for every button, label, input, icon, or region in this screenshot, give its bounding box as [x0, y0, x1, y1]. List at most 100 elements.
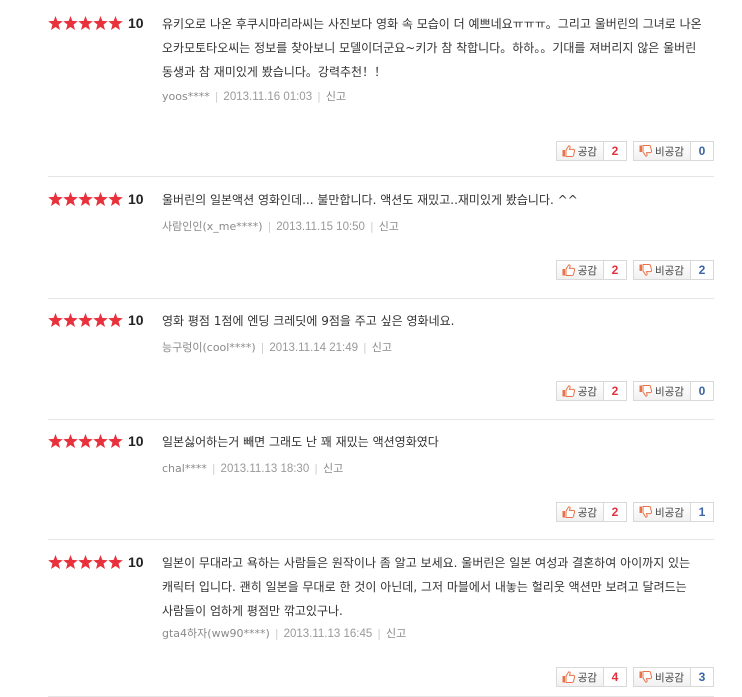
disagree-label: 비공감: [655, 671, 684, 684]
disagree-count: 1: [691, 502, 714, 522]
disagree-button[interactable]: 비공감: [633, 502, 691, 522]
thumbs-down-icon: [639, 145, 653, 157]
divider: |: [317, 90, 321, 103]
star-rating: [48, 16, 123, 30]
disagree-group: 비공감 0: [633, 141, 714, 161]
rating: 10: [48, 14, 144, 32]
star-icon: [78, 555, 93, 569]
review-item: 10 일본이 무대라고 욕하는 사람들은 원작이나 좀 알고 보세요. 울버린은…: [48, 553, 714, 697]
vote-buttons: 공감 2 비공감 2: [555, 260, 714, 280]
agree-count: 2: [604, 381, 628, 401]
star-icon: [48, 192, 63, 206]
thumbs-down-icon: [639, 385, 653, 397]
agree-group: 공감 2: [555, 381, 628, 401]
agree-button[interactable]: 공감: [555, 141, 605, 161]
disagree-button[interactable]: 비공감: [633, 141, 691, 161]
star-icon: [78, 192, 93, 206]
agree-count: 2: [604, 141, 628, 161]
review-author: yoos****: [162, 90, 210, 103]
review-text: 영화 평점 1점에 엔딩 크레딧에 9점을 주고 싶은 영화네요.: [162, 314, 455, 328]
divider: |: [274, 627, 279, 640]
rating: 10: [48, 190, 144, 208]
disagree-group: 비공감 1: [633, 502, 714, 522]
rating-score: 10: [128, 433, 144, 449]
review-date: 2013.11.13 18:30: [220, 463, 310, 475]
divider: |: [211, 462, 216, 475]
vote-buttons: 공감 2 비공감 0: [555, 141, 714, 161]
review-author: 능구렁이(cool****): [162, 341, 256, 354]
agree-button[interactable]: 공감: [555, 667, 605, 687]
star-icon: [48, 313, 63, 327]
agree-group: 공감 2: [555, 260, 628, 280]
star-icon: [63, 16, 78, 30]
review-author: 사람인인(x_me****): [162, 220, 263, 233]
star-icon: [108, 555, 123, 569]
disagree-label: 비공감: [655, 385, 684, 398]
disagree-button[interactable]: 비공감: [633, 260, 691, 280]
star-icon: [48, 434, 63, 448]
star-icon: [93, 192, 108, 206]
star-icon: [48, 555, 63, 569]
review-author: chal****: [162, 462, 207, 475]
disagree-button[interactable]: 비공감: [633, 667, 691, 687]
review-text: 유키오로 나온 후쿠시마리라씨는 사진보다 영화 속 모습이 더 예쁘네요ㅠㅠㅠ…: [162, 17, 702, 79]
agree-button[interactable]: 공감: [555, 260, 605, 280]
star-icon: [48, 16, 63, 30]
star-icon: [78, 16, 93, 30]
disagree-group: 비공감 0: [633, 381, 714, 401]
star-rating: [48, 555, 123, 569]
report-link[interactable]: 신고: [372, 341, 392, 354]
thumbs-down-icon: [639, 264, 653, 276]
agree-group: 공감 2: [555, 502, 628, 522]
review-date: 2013.11.13 16:45: [283, 628, 373, 640]
review-item: 10 일본싫어하는거 빼면 그래도 난 꽤 재밌는 액션영화였다 chal***…: [48, 432, 714, 540]
divider: |: [314, 462, 318, 475]
disagree-label: 비공감: [655, 145, 684, 158]
rating: 10: [48, 432, 144, 450]
review-text: 일본싫어하는거 빼면 그래도 난 꽤 재밌는 액션영화였다: [162, 435, 439, 449]
star-icon: [93, 434, 108, 448]
review-item: 10 울버린의 일본액션 영화인데... 불만합니다. 액션도 재밌고..재미있…: [48, 190, 714, 299]
vote-buttons: 공감 2 비공감 1: [555, 502, 714, 522]
divider: |: [267, 220, 272, 233]
star-icon: [93, 313, 108, 327]
review-meta: 능구렁이(cool****) | 2013.11.14 21:49 | 신고: [162, 339, 392, 355]
thumbs-up-icon: [562, 145, 575, 157]
thumbs-up-icon: [562, 506, 575, 518]
disagree-count: 0: [691, 381, 714, 401]
star-icon: [108, 434, 123, 448]
star-icon: [63, 555, 78, 569]
report-link[interactable]: 신고: [379, 220, 399, 233]
review-list: 10 유키오로 나온 후쿠시마리라씨는 사진보다 영화 속 모습이 더 예쁘네요…: [0, 0, 742, 697]
review-meta: 사람인인(x_me****) | 2013.11.15 10:50 | 신고: [162, 218, 399, 234]
star-rating: [48, 192, 123, 206]
rating: 10: [48, 553, 144, 571]
vote-buttons: 공감 4 비공감 3: [555, 667, 714, 687]
agree-count: 4: [604, 667, 628, 687]
star-icon: [63, 434, 78, 448]
vote-buttons: 공감 2 비공감 0: [555, 381, 714, 401]
disagree-count: 2: [691, 260, 714, 280]
agree-count: 2: [604, 502, 628, 522]
agree-button[interactable]: 공감: [555, 381, 605, 401]
report-link[interactable]: 신고: [323, 462, 343, 475]
disagree-group: 비공감 3: [633, 667, 714, 687]
report-link[interactable]: 신고: [386, 627, 406, 640]
star-icon: [108, 192, 123, 206]
agree-group: 공감 2: [555, 141, 628, 161]
disagree-button[interactable]: 비공감: [633, 381, 691, 401]
thumbs-up-icon: [562, 671, 575, 683]
agree-label: 공감: [577, 506, 598, 519]
agree-button[interactable]: 공감: [555, 502, 605, 522]
report-link[interactable]: 신고: [326, 90, 346, 103]
review-text: 일본이 무대라고 욕하는 사람들은 원작이나 좀 알고 보세요. 울버린은 일본…: [162, 556, 691, 618]
star-rating: [48, 313, 123, 327]
star-icon: [63, 192, 78, 206]
disagree-count: 0: [691, 141, 714, 161]
review-date: 2013.11.14 21:49: [269, 342, 359, 354]
rating-score: 10: [128, 312, 144, 328]
divider: |: [363, 341, 367, 354]
review-item: 10 영화 평점 1점에 엔딩 크레딧에 9점을 주고 싶은 영화네요. 능구렁…: [48, 311, 714, 420]
divider: |: [369, 220, 374, 233]
thumbs-up-icon: [562, 264, 575, 276]
